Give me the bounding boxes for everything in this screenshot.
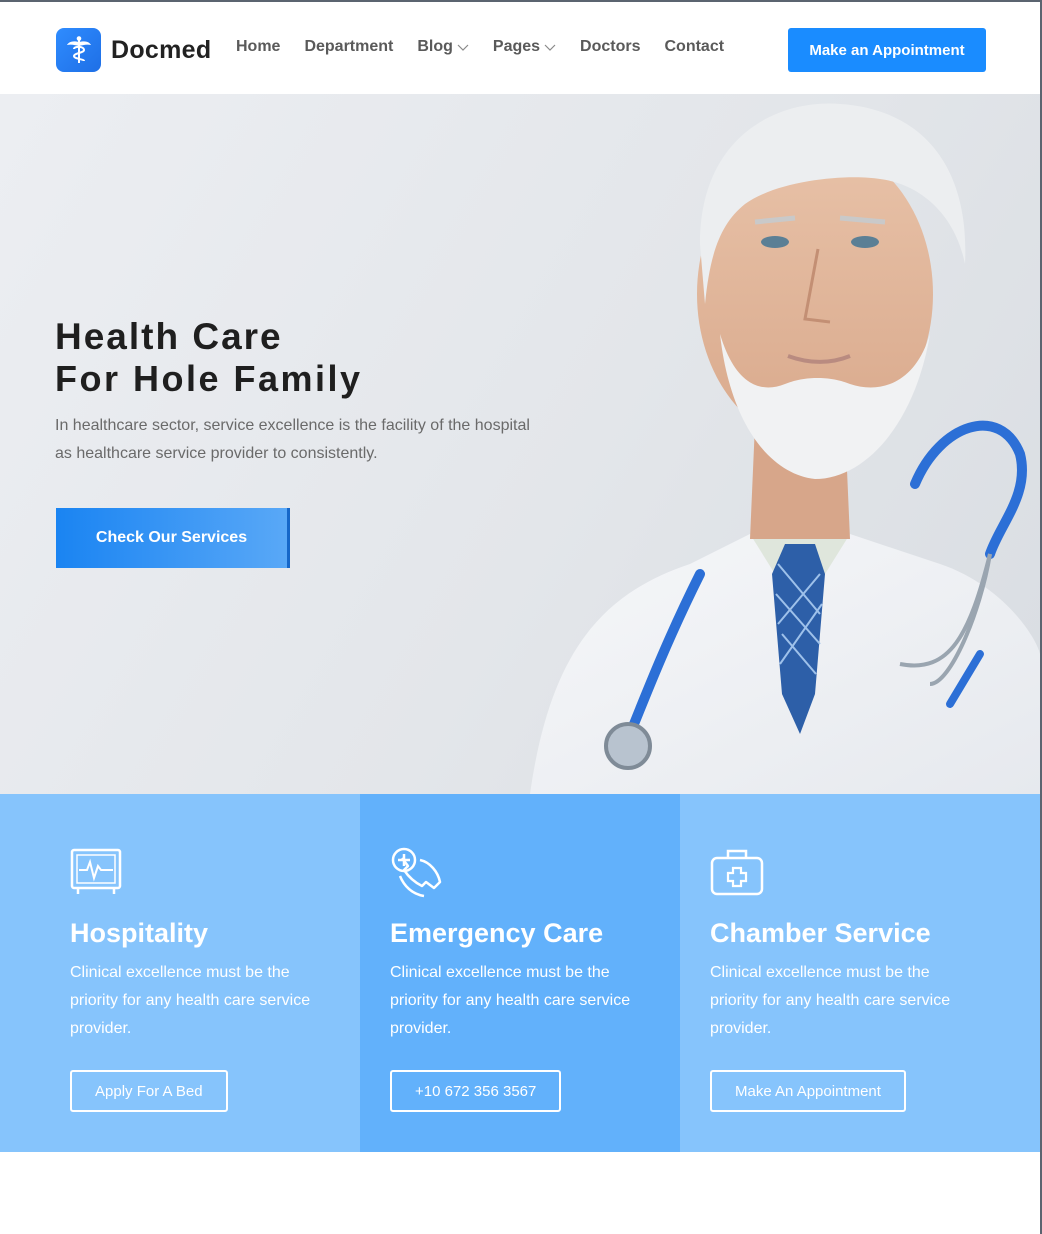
nav-blog[interactable]: Blog (417, 38, 469, 56)
brand-logo[interactable]: Docmed (56, 28, 211, 72)
caduceus-icon (56, 28, 101, 72)
make-an-appointment-button[interactable]: Make An Appointment (710, 1070, 906, 1112)
services-section: Hospitality Clinical excellence must be … (0, 794, 1040, 1152)
service-title: Hospitality (70, 918, 209, 948)
nav-department[interactable]: Department (304, 38, 393, 56)
doctor-portrait-image (530, 103, 1040, 794)
nav-doctors[interactable]: Doctors (580, 38, 640, 56)
hero-title: Health Care (55, 316, 283, 357)
chevron-down-icon (457, 44, 469, 51)
service-text: Clinical excellence must be the priority… (70, 964, 311, 1037)
service-card-chamber: Chamber Service Clinical excellence must… (680, 794, 1040, 1152)
nav-home-label: Home (236, 38, 281, 55)
service-text: Clinical excellence must be the priority… (710, 964, 951, 1037)
main-nav: Home Department Blog Pages Doctors Conta… (236, 38, 748, 56)
nav-blog-label: Blog (417, 38, 453, 55)
nav-pages[interactable]: Pages (493, 38, 556, 56)
emergency-phone-icon (391, 847, 442, 898)
make-appointment-button[interactable]: Make an Appointment (788, 28, 986, 72)
nav-contact-label: Contact (664, 38, 725, 55)
hero-subtitle: For Hole Family (55, 358, 363, 399)
chevron-down-icon (544, 44, 556, 51)
apply-for-bed-button[interactable]: Apply For A Bed (70, 1070, 228, 1112)
nav-doctors-label: Doctors (580, 38, 641, 55)
check-services-button[interactable]: Check Our Services (56, 508, 290, 568)
service-title: Emergency Care (390, 918, 604, 948)
service-card-emergency: Emergency Care Clinical excellence must … (360, 794, 680, 1152)
emergency-phone-button[interactable]: +10 672 356 3567 (390, 1070, 562, 1112)
nav-department-label: Department (304, 38, 394, 55)
service-text: Clinical excellence must be the priority… (390, 964, 631, 1037)
service-title: Chamber Service (710, 918, 931, 948)
service-card-hospitality: Hospitality Clinical excellence must be … (0, 794, 360, 1152)
hero-section: Health Care For Hole Family In healthcar… (0, 94, 1040, 794)
heart-monitor-icon (70, 848, 122, 894)
nav-pages-label: Pages (492, 38, 541, 55)
site-header: Docmed Home Department Blog Pages Doctor… (0, 2, 1040, 94)
hero-description: In healthcare sector, service excellence… (55, 417, 530, 462)
nav-home[interactable]: Home (236, 38, 280, 56)
nav-contact[interactable]: Contact (665, 38, 725, 56)
brand-name: Docmed (111, 35, 212, 64)
first-aid-kit-icon (710, 849, 764, 896)
